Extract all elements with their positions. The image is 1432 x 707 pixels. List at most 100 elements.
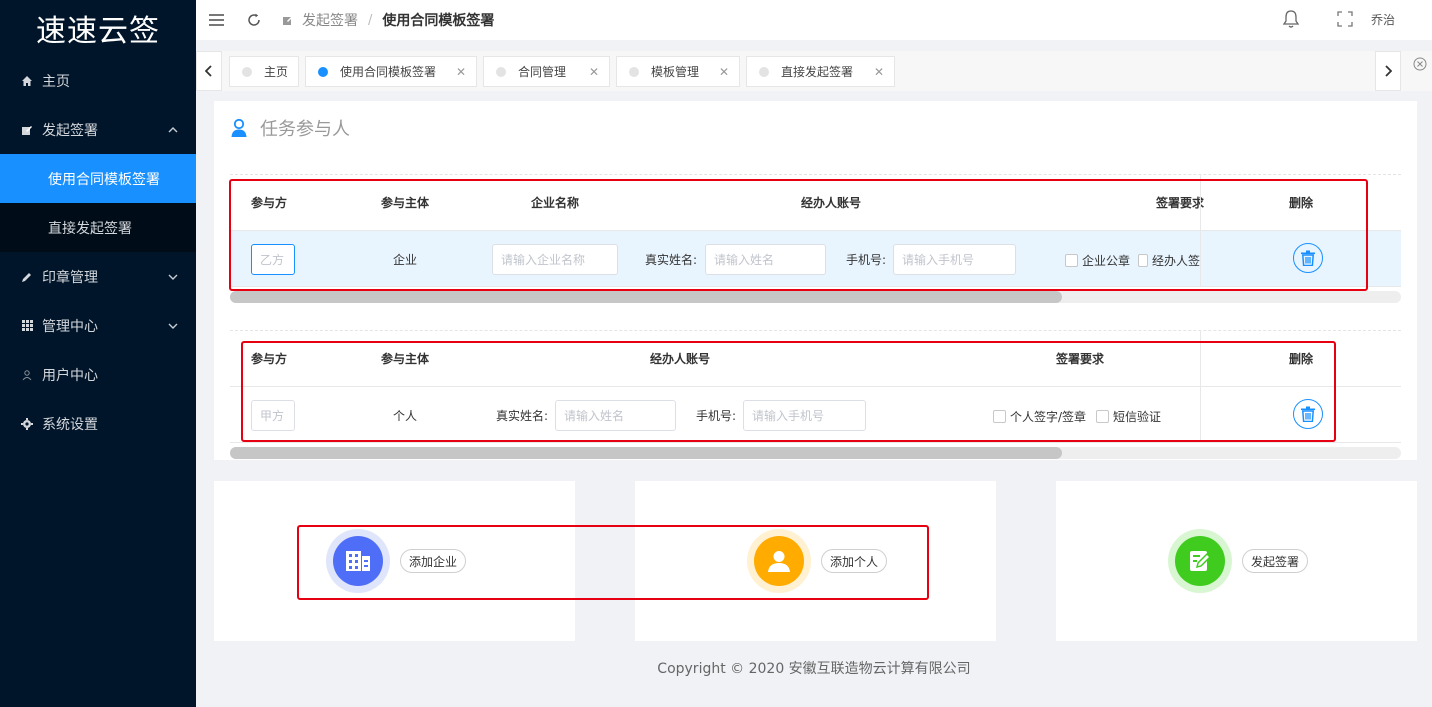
real-name-label: 真实姓名:: [645, 253, 698, 267]
checkbox-box[interactable]: [993, 410, 1006, 423]
tab-label: 模板管理: [651, 65, 700, 79]
col-sign-requirement: 签署要求: [1056, 351, 1105, 366]
tab-label: 直接发起签署: [781, 65, 854, 79]
icon-ring: [1168, 529, 1232, 593]
start-sign-button[interactable]: 发起签署: [1242, 549, 1309, 573]
party-input[interactable]: 乙方: [251, 244, 295, 275]
breadcrumb-separator: /: [368, 12, 373, 28]
chevron-down-icon: [168, 270, 178, 283]
pen-icon: [20, 271, 34, 283]
sidebar-subitem-template-sign[interactable]: 使用合同模板签署: [0, 154, 196, 203]
start-sign-card: 发起签署: [1056, 481, 1417, 641]
col-subject: 参与主体: [381, 351, 430, 366]
tab-scroll-right[interactable]: [1375, 51, 1401, 91]
participants-card: 任务参与人 参与方 参与主体 企业名称 经办人账号 签署要求 删除 乙方 企业 …: [214, 101, 1417, 460]
tab-template-sign[interactable]: 使用合同模板签署 ✕: [305, 56, 477, 87]
sidebar-subitem-direct-sign[interactable]: 直接发起签署: [0, 203, 196, 252]
bell-icon[interactable]: [1282, 9, 1300, 33]
real-name-input[interactable]: 请输入姓名: [555, 400, 676, 431]
table-header-row: 参与方 参与主体 企业名称 经办人账号 签署要求 删除: [230, 174, 1401, 230]
gear-icon: [20, 417, 34, 430]
breadcrumb-item-current: 使用合同模板签署: [382, 13, 495, 29]
table-header-row: 参与方 参与主体 经办人账号 签署要求 删除: [230, 330, 1401, 386]
col-handler-account: 经办人账号: [650, 351, 711, 366]
menu-toggle-icon[interactable]: [208, 12, 224, 28]
add-individual-button[interactable]: 添加个人: [821, 549, 888, 573]
phone-label: 手机号:: [696, 409, 737, 423]
close-icon[interactable]: ✕: [874, 65, 884, 79]
sidebar-item-admin-center[interactable]: 管理中心: [0, 301, 196, 350]
tab-label: 使用合同模板签署: [340, 65, 437, 79]
tab-contract-management[interactable]: 合同管理 ✕: [483, 56, 610, 87]
col-sign-requirement: 签署要求: [1156, 195, 1205, 210]
icon-ring: [747, 529, 811, 593]
sidebar-item-system-settings[interactable]: 系统设置: [0, 399, 196, 448]
subject-value: 个人: [393, 409, 418, 423]
horizontal-scrollbar[interactable]: [230, 291, 1401, 303]
checkbox-label: 个人签字/签章: [1010, 410, 1087, 424]
add-enterprise-action[interactable]: 添加企业: [326, 529, 467, 593]
checkbox-box[interactable]: [1096, 410, 1109, 423]
checkbox-box[interactable]: [1065, 254, 1078, 267]
participant-table-individual: 参与方 参与主体 经办人账号 签署要求 删除 甲方 个人 真实姓名: 请输入姓名…: [230, 330, 1401, 460]
tab-status-dot: [629, 66, 639, 77]
chevron-down-icon: [168, 319, 178, 332]
user-name[interactable]: 乔治: [1371, 11, 1395, 28]
sidebar-item-label: 主页: [42, 73, 70, 90]
close-icon[interactable]: ✕: [719, 65, 729, 79]
sidebar-item-home[interactable]: 主页: [0, 56, 196, 105]
fullscreen-icon[interactable]: [1337, 11, 1353, 31]
delete-button[interactable]: [1293, 399, 1323, 429]
tab-direct-sign[interactable]: 直接发起签署 ✕: [746, 56, 895, 87]
delete-button[interactable]: [1293, 243, 1323, 273]
trash-icon: [1301, 250, 1315, 266]
document-edit-icon: [1175, 536, 1225, 586]
close-all-tabs-icon[interactable]: [1413, 57, 1427, 75]
sidebar-submenu: 使用合同模板签署 直接发起签署: [0, 154, 196, 252]
breadcrumb-item-initiate-sign[interactable]: 发起签署: [302, 10, 358, 30]
sidebar-item-user-center[interactable]: 用户中心: [0, 350, 196, 399]
checkbox-sms-verify[interactable]: 短信验证: [1096, 408, 1161, 425]
col-subject: 参与主体: [381, 195, 430, 210]
close-icon[interactable]: ✕: [456, 65, 466, 79]
tab-label: 合同管理: [518, 65, 567, 79]
copyright-footer: Copyright © 2020 安徽互联造物云计算有限公司: [657, 661, 971, 677]
sidebar-item-initiate-sign[interactable]: 发起签署: [0, 105, 196, 154]
user-icon: [20, 369, 34, 381]
close-icon[interactable]: ✕: [589, 65, 599, 79]
start-sign-action[interactable]: 发起签署: [1168, 529, 1309, 593]
tab-home[interactable]: 主页: [229, 56, 299, 87]
edit-icon: [20, 124, 34, 136]
tab-status-dot: [759, 66, 769, 77]
add-individual-action[interactable]: 添加个人: [747, 529, 888, 593]
horizontal-scrollbar[interactable]: [230, 447, 1401, 459]
building-icon: [333, 536, 383, 586]
col-delete: 删除: [1289, 351, 1314, 366]
top-header: 发起签署 / 使用合同模板签署 乔治: [196, 0, 1432, 40]
party-input[interactable]: 甲方: [251, 400, 295, 431]
col-party: 参与方: [251, 351, 288, 366]
phone-input[interactable]: 请输入手机号: [743, 400, 866, 431]
checkbox-label: 短信验证: [1113, 410, 1162, 424]
col-company: 企业名称: [531, 195, 580, 210]
real-name-input[interactable]: 请输入姓名: [705, 244, 826, 275]
checkbox-company-seal[interactable]: 企业公章: [1065, 252, 1130, 269]
checkbox-handler-sign[interactable]: 经办人签: [1138, 252, 1200, 269]
checkbox-personal-sign[interactable]: 个人签字/签章: [993, 408, 1086, 425]
scrollbar-thumb[interactable]: [230, 291, 1062, 303]
company-name-input[interactable]: 请输入企业名称: [492, 244, 618, 275]
refresh-icon[interactable]: [246, 12, 262, 28]
scrollbar-thumb[interactable]: [230, 447, 1062, 459]
breadcrumb: 发起签署 / 使用合同模板签署: [282, 10, 494, 30]
grid-icon: [20, 320, 34, 331]
col-delete: 删除: [1289, 195, 1314, 210]
checkbox-box[interactable]: [1138, 254, 1148, 267]
tab-scroll-left[interactable]: [196, 51, 222, 91]
chevron-up-icon: [168, 123, 178, 136]
sidebar-item-seal-management[interactable]: 印章管理: [0, 252, 196, 301]
add-enterprise-button[interactable]: 添加企业: [400, 549, 467, 573]
phone-input[interactable]: 请输入手机号: [893, 244, 1016, 275]
section-title: 任务参与人: [260, 119, 350, 140]
participant-table-enterprise: 参与方 参与主体 企业名称 经办人账号 签署要求 删除 乙方 企业 请输入企业名…: [230, 174, 1401, 304]
tab-template-management[interactable]: 模板管理 ✕: [616, 56, 740, 87]
